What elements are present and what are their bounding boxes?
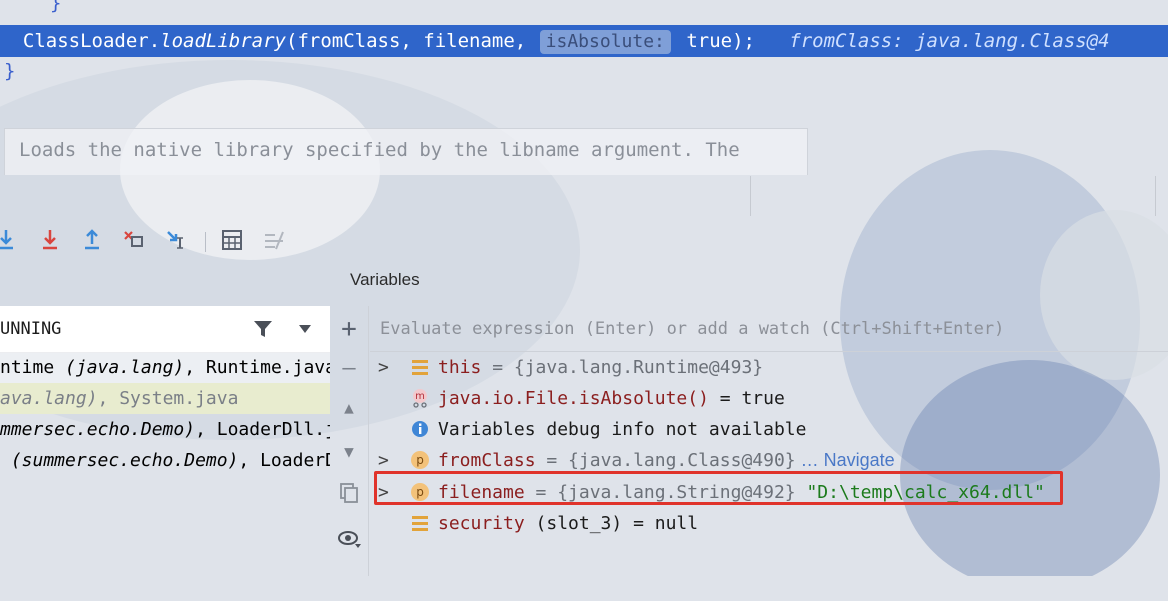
panel-divider-right: [1155, 176, 1156, 216]
filter-icon[interactable]: [252, 318, 274, 340]
field-list-icon: [412, 516, 428, 531]
variables-title: Variables: [350, 270, 420, 289]
drop-frame-icon[interactable]: [122, 220, 146, 260]
frame-row[interactable]: ava.lang), System.java: [0, 383, 330, 414]
variable-name: fromClass: [438, 450, 536, 471]
parameter-icon: p: [411, 451, 429, 469]
variable-value: = {java.lang.Class@490}: [535, 450, 796, 471]
variable-value: (slot_3) = null: [524, 513, 699, 534]
run-to-cursor-icon[interactable]: [164, 220, 188, 260]
variable-row: Variables debug info not available: [370, 414, 1168, 445]
toolbar-separator: [205, 232, 206, 252]
thread-selector[interactable]: UNNING: [0, 306, 330, 353]
variable-row[interactable]: > this = {java.lang.Runtime@493}: [370, 352, 1168, 383]
frame-row[interactable]: (summersec.echo.Demo), LoaderD: [0, 445, 330, 476]
svg-text:m: m: [415, 391, 425, 402]
frame-method: ntime: [0, 357, 66, 378]
variable-name: java.io.File.isAbsolute(): [438, 388, 709, 409]
frame-file: , LoaderD: [238, 450, 330, 471]
panel-divider: [750, 176, 751, 216]
move-down-icon[interactable]: ▼: [330, 442, 368, 461]
info-icon: [412, 421, 428, 437]
inline-debug-value: fromClass: java.lang.Class@4: [754, 30, 1110, 52]
highlight-annotation-box: [374, 471, 1063, 505]
frame-row[interactable]: mmersec.echo.Demo), LoaderDll.j: [0, 414, 330, 445]
variable-name: security: [438, 513, 525, 534]
info-message: Variables debug info not available: [438, 419, 807, 440]
step-out-icon[interactable]: [80, 220, 104, 260]
step-over-icon[interactable]: [0, 220, 20, 260]
svg-text:p: p: [416, 453, 424, 467]
frame-row[interactable]: ntime (java.lang), Runtime.java: [0, 352, 330, 383]
frame-file: , System.java: [97, 388, 239, 409]
chevron-down-icon[interactable]: [298, 324, 312, 334]
frames-panel: UNNING ntime (java.lang), Runtime.java a…: [0, 306, 330, 576]
frame-file: , Runtime.java: [184, 357, 330, 378]
duplicate-watch-icon[interactable]: [330, 482, 368, 510]
eye-icon[interactable]: [330, 528, 368, 556]
variables-side-toolbar: + — ▲ ▼: [330, 306, 369, 576]
force-step-into-icon[interactable]: [38, 220, 62, 260]
thread-label: UNNING: [0, 319, 62, 339]
frame-file: , LoaderDll.j: [195, 419, 330, 440]
javadoc-comment: Loads the native library specified by th…: [4, 128, 808, 175]
code-args-after: true);: [674, 30, 755, 52]
code-method: loadLibrary: [160, 30, 286, 52]
closing-brace: }: [50, 0, 62, 14]
method-closing-brace: }: [4, 60, 16, 82]
variable-value: = {java.lang.Runtime@493}: [481, 357, 764, 378]
remove-watch-icon[interactable]: —: [330, 356, 368, 381]
parameter-hint: isAbsolute:: [539, 30, 671, 54]
add-watch-icon[interactable]: +: [330, 314, 368, 344]
navigate-link[interactable]: … Navigate: [796, 450, 895, 470]
field-list-icon: [412, 360, 428, 375]
variable-row[interactable]: m java.io.File.isAbsolute() = true: [370, 383, 1168, 414]
evaluate-icon[interactable]: [220, 220, 244, 260]
method-watch-icon: m: [413, 389, 427, 408]
chevron-right-icon[interactable]: >: [378, 352, 389, 383]
evaluate-expression-input[interactable]: Evaluate expression (Enter) or add a wat…: [370, 306, 1168, 352]
move-up-icon[interactable]: ▲: [330, 398, 368, 417]
variable-row[interactable]: security (slot_3) = null: [370, 508, 1168, 539]
code-args-before: (fromClass, filename,: [286, 30, 538, 52]
code-editor[interactable]: } ClassLoader.loadLibrary(fromClass, fil…: [0, 0, 1168, 176]
trace-icon[interactable]: [262, 220, 286, 260]
frame-package: ava.lang): [0, 388, 98, 409]
frame-package: mmersec.echo.Demo): [0, 419, 196, 440]
code-prefix: ClassLoader.: [0, 30, 161, 52]
variable-name: this: [438, 357, 482, 378]
current-execution-line[interactable]: ClassLoader.loadLibrary(fromClass, filen…: [0, 25, 1168, 57]
frame-package: (java.lang): [65, 357, 185, 378]
frame-package: (summersec.echo.Demo): [0, 450, 239, 471]
variable-value: = true: [708, 388, 785, 409]
